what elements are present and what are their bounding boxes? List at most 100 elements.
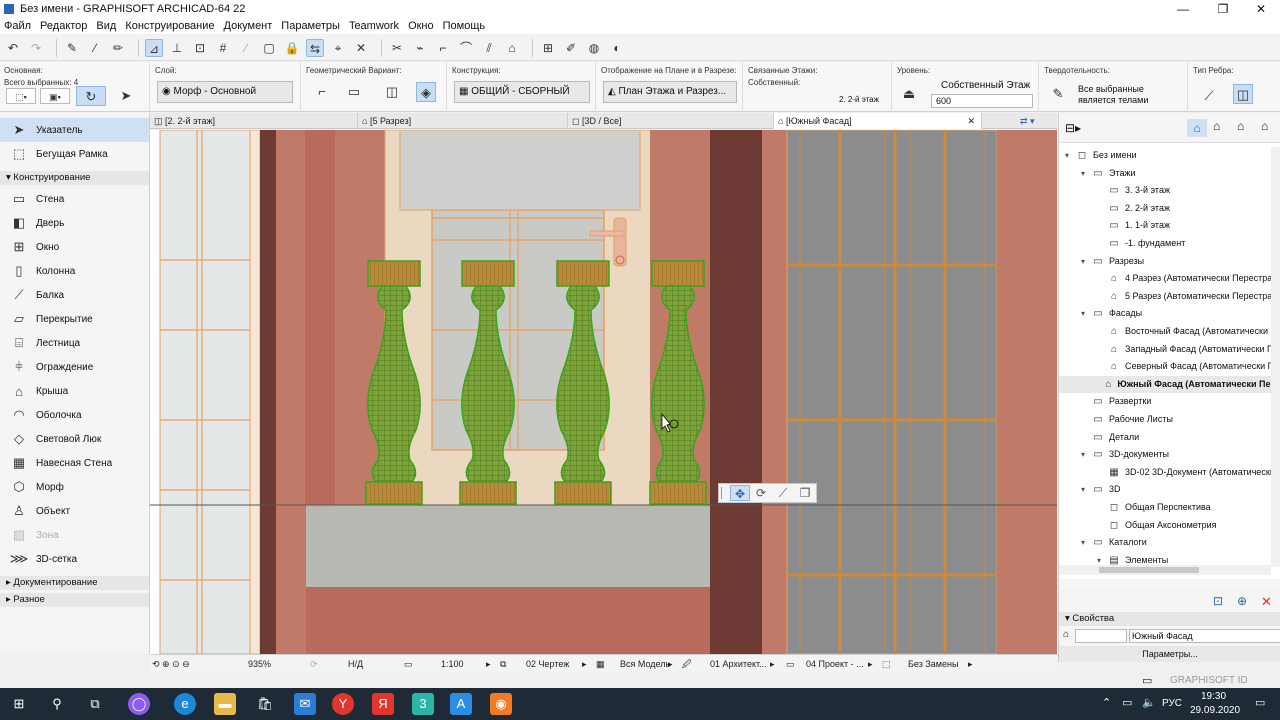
nav-item[interactable]: ⌂ Северный Фасад (Автоматически Пер (1059, 358, 1280, 375)
snap-guides-icon[interactable]: ⊿ (145, 38, 163, 57)
construction-dropdown[interactable]: ▦ ОБЩИЙ - СБОРНЫЙ (454, 81, 590, 103)
mail-icon[interactable]: ✉ (294, 693, 316, 715)
network-icon[interactable]: ▭ (1122, 696, 1132, 709)
recording-app-icon[interactable]: ◉ (490, 693, 512, 715)
adjust-icon[interactable]: ⌁ (411, 39, 429, 57)
close-button[interactable]: ✕ (1242, 0, 1280, 18)
selection-mode-button[interactable]: ▣▪ (40, 88, 70, 104)
pen-set-icon[interactable]: ✐ (562, 39, 580, 57)
tab-floor-plan[interactable]: ◫ [2. 2-й этаж] (150, 113, 358, 129)
archicad-icon[interactable]: A (450, 693, 472, 715)
expand-arrow-icon[interactable]: ▾ (1065, 147, 1075, 164)
magic-wand-icon[interactable]: ⁄ (237, 39, 255, 57)
guide-lines-icon[interactable]: ⊥ (168, 39, 186, 57)
nav-item[interactable]: ▾ ▭ Разрезы (1059, 253, 1144, 270)
nav-item[interactable]: ⌂ 4 Разрез (Автоматически Перестраив (1059, 270, 1280, 287)
elevation-canvas[interactable]: ✥ ⟳ ⟋ ❐ (150, 130, 1057, 654)
offset-icon[interactable]: ⫽ (480, 39, 498, 57)
display-dropdown[interactable]: ◭ План Этажа и Разрез... (603, 81, 737, 103)
minimize-button[interactable]: — (1164, 0, 1202, 18)
layout-book-icon[interactable]: ⌂ (1237, 119, 1244, 133)
file-explorer-icon[interactable]: ▬ (214, 693, 236, 715)
suspend-groups-icon[interactable]: ⇆ (306, 38, 324, 57)
view-name-field[interactable]: Южный Фасад (1129, 629, 1280, 643)
menu-help[interactable]: Помощь (443, 20, 486, 32)
render-icon[interactable]: ◐ (608, 39, 626, 57)
tray-chevron-icon[interactable]: ⌃ (1102, 696, 1111, 709)
move-icon[interactable]: ✥ (730, 485, 750, 501)
navigator-scrollbar[interactable] (1271, 147, 1280, 567)
menu-file[interactable]: Файл (4, 20, 31, 32)
nav-item[interactable]: ▾ ◻ Без имени (1059, 147, 1137, 164)
mirror-icon[interactable]: ⟋ (772, 486, 794, 501)
hscroll-thumb[interactable] (1099, 567, 1199, 573)
geometry-rect-icon[interactable]: ▭ (344, 82, 364, 102)
multiply-icon[interactable]: ❐ (794, 486, 816, 500)
nav-item[interactable]: ▭ Детали (1059, 429, 1139, 446)
undo-icon[interactable]: ↶ (4, 39, 22, 57)
nav-item[interactable]: ⌂ Восточный Фасад (Автоматически Пе (1059, 323, 1280, 340)
nav-item[interactable]: ▾ ▭ Каталоги (1059, 534, 1147, 551)
delete-view-icon[interactable]: ✕ (1261, 594, 1272, 610)
yandex-browser-icon[interactable]: Y (332, 693, 354, 715)
tool-mesh[interactable]: ⋙ 3D-сетка (0, 547, 149, 571)
marquee-mode-button[interactable]: ⬚▪ (6, 88, 36, 104)
geometry-box-icon[interactable]: ◫ (382, 82, 402, 102)
tool-roof[interactable]: ⌂ Крыша (0, 379, 149, 403)
tool-beam[interactable]: ⟋ Балка (0, 283, 149, 307)
lock-icon[interactable]: 🔒 (283, 39, 301, 57)
scale-value[interactable]: 1:100 (441, 655, 464, 673)
tool-object[interactable]: ♙ Объект (0, 499, 149, 523)
rotate-view-icon[interactable]: ⟳ (310, 655, 318, 673)
task-view-icon[interactable]: ⧉ (84, 693, 106, 715)
layer-combination[interactable]: 02 Чертеж (526, 655, 569, 673)
solid-icon[interactable]: ✎ (1048, 84, 1068, 104)
publisher-icon[interactable]: ⌂ (1261, 119, 1268, 133)
tool-marquee[interactable]: ⬚ Бегущая Рамка (0, 142, 149, 166)
menu-design[interactable]: Конструирование (125, 20, 214, 32)
group-more[interactable]: ▸ Разное (0, 593, 149, 607)
nav-item[interactable]: ◻ Общая Аксонометрия (1059, 517, 1217, 534)
group-design[interactable]: ▾ Конструирование (0, 171, 149, 185)
tab-section[interactable]: ⌂ [5 Разрез] (358, 113, 568, 129)
rotate-icon[interactable]: ⟳ (750, 486, 772, 500)
tool-curtain-wall[interactable]: ▦ Навесная Стена (0, 451, 149, 475)
menu-document[interactable]: Документ (224, 20, 273, 32)
nav-item[interactable]: ⌂ 5 Разрез (Автоматически Перестраив (1059, 288, 1280, 305)
close-tab-icon[interactable]: ✕ (967, 113, 975, 129)
surface-icon[interactable]: ◍ (585, 39, 603, 57)
menu-teamwork[interactable]: Teamwork (349, 20, 399, 32)
tool-shell[interactable]: ◠ Оболочка (0, 403, 149, 427)
trim-icon[interactable]: ⌖ (329, 39, 347, 57)
nav-item[interactable]: ▦ 3D-02 3D-Документ (Автоматически П (1059, 464, 1280, 481)
model-view-options[interactable]: Вся Модель (620, 655, 670, 673)
menu-edit[interactable]: Редактор (40, 20, 87, 32)
nav-item[interactable]: ▭ 3. 3-й этаж (1059, 182, 1170, 199)
layout-icon[interactable]: ⊞ (539, 39, 557, 57)
group-icon[interactable]: ▢ (260, 39, 278, 57)
language-indicator[interactable]: РУС (1162, 698, 1182, 709)
navigator-hscroll[interactable] (1059, 565, 1271, 575)
nav-item[interactable]: ▭ 1. 1-й этаж (1059, 217, 1170, 234)
geometry-line-icon[interactable]: ⌐ (312, 82, 332, 102)
nav-item[interactable]: ▾ ▭ 3D (1059, 481, 1121, 498)
properties-header[interactable]: ▾ Свойства (1059, 612, 1280, 626)
floor-value[interactable]: 2. 2-й этаж (839, 95, 879, 104)
edge-hard-icon[interactable]: ◫ (1233, 84, 1253, 104)
mvo-combination[interactable]: 01 Архитект... (710, 655, 767, 673)
graphisoft-id[interactable]: GRAPHISOFT ID (1170, 675, 1248, 686)
nav-item[interactable]: ▾ ▭ Фасады (1059, 305, 1142, 322)
nav-item[interactable]: ▭ 2. 2-й этаж (1059, 200, 1170, 217)
syringe-icon[interactable]: ⁄ (86, 39, 104, 57)
tool-stair[interactable]: ⌸ Лестница (0, 331, 149, 355)
expand-arrow-icon[interactable]: ▾ (1081, 305, 1091, 322)
expand-arrow-icon[interactable]: ▾ (1081, 534, 1091, 551)
level-own[interactable]: Собственный Этаж (941, 80, 1030, 91)
view-id-field[interactable] (1075, 629, 1127, 643)
tool-wall[interactable]: ▭ Стена (0, 187, 149, 211)
renovation-filter[interactable]: Без Замены (908, 655, 958, 673)
settings-button[interactable]: Параметры... (1059, 646, 1280, 662)
layer-dropdown[interactable]: ◉ Морф - Основной (157, 81, 293, 103)
geometry-rotated-icon[interactable]: ◈ (416, 82, 436, 102)
nav-item[interactable]: ▭ Развертки (1059, 393, 1151, 410)
